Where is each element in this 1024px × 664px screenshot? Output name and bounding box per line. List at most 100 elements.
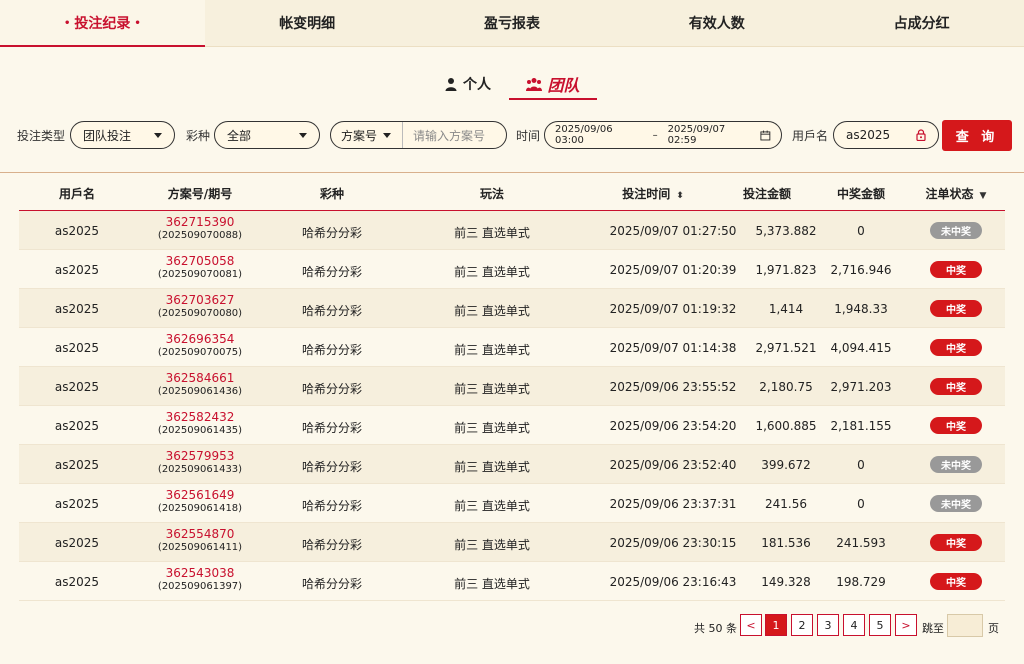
table-row: as2025 362543038 (202509061397) 哈希分分彩 前三 直选单… — [19, 562, 1005, 601]
search-button[interactable]: 查 询 — [942, 120, 1012, 151]
tab-bet-records[interactable]: • 投注纪录 • — [0, 0, 205, 47]
cell-play: 前三 直选单式 — [454, 421, 530, 435]
table-header: 用戶名 方案号/期号 彩种 玩法 投注时间 ⬍ 投注金额 中奖金额 注单状态 ▼ — [19, 173, 1005, 211]
cell-play: 前三 直选单式 — [454, 577, 530, 591]
cell-plan-issue: 362543038 (202509061397) — [158, 567, 242, 593]
cell-bet-time: 2025/09/06 23:54:20 — [609, 419, 737, 433]
plan-number-link[interactable]: 362703627 — [158, 294, 242, 307]
cell-lottery: 哈希分分彩 — [301, 265, 363, 279]
tab-label: 盈亏报表 — [483, 16, 540, 32]
cell-bet-time: 2025/09/06 23:55:52 — [609, 380, 737, 394]
header-username: 用戶名 — [58, 187, 96, 201]
header-win-amount: 中奖金额 — [836, 187, 886, 201]
cell-play: 前三 直选单式 — [454, 460, 530, 474]
header-status[interactable]: 注单状态 ▼ — [926, 185, 987, 202]
issue-number: (202509070075) — [157, 347, 243, 358]
plan-number-link[interactable]: 362582432 — [158, 411, 242, 424]
issue-number: (202509061397) — [157, 581, 243, 592]
cell-win-amount: 0 — [857, 497, 865, 511]
plan-number-link[interactable]: 362579953 — [158, 450, 242, 463]
status-badge: 中奖 — [930, 378, 982, 395]
filter-icon: ▼ — [979, 191, 987, 201]
status-badge: 未中奖 — [930, 495, 982, 512]
plan-number-link[interactable]: 362696354 — [158, 333, 242, 346]
username-input[interactable]: as2025 — [833, 121, 939, 149]
jump-page-input[interactable] — [947, 614, 983, 637]
lottery-value: 全部 — [227, 128, 252, 143]
cell-play: 前三 直选单式 — [454, 382, 530, 396]
page-button-5[interactable]: 5 — [869, 614, 891, 636]
table-row: as2025 362696354 (202509070075) 哈希分分彩 前三 直选单… — [19, 328, 1005, 367]
scope-switch: 个人 团队 — [0, 70, 1024, 100]
cell-plan-issue: 362715390 (202509070088) — [158, 216, 242, 242]
cell-bet-amount: 5,373.882 — [755, 224, 817, 238]
page-button-4[interactable]: 4 — [843, 614, 865, 636]
header-bet-time[interactable]: 投注时间 ⬍ — [622, 185, 684, 202]
page-button-3[interactable]: 3 — [817, 614, 839, 636]
page-button-2[interactable]: 2 — [791, 614, 813, 636]
cell-plan-issue: 362584661 (202509061436) — [158, 372, 242, 398]
page-button-1[interactable]: 1 — [765, 614, 787, 636]
team-icon — [526, 78, 543, 91]
status-badge: 中奖 — [930, 339, 982, 356]
cell-play: 前三 直选单式 — [454, 226, 530, 240]
tab-account-changes[interactable]: 帐变明细 — [205, 0, 410, 46]
cell-lottery: 哈希分分彩 — [301, 343, 363, 357]
switch-team[interactable]: 团队 — [509, 70, 597, 100]
tab-dividend[interactable]: 占成分红 — [819, 0, 1024, 46]
lottery-select[interactable]: 全部 — [214, 121, 320, 149]
plan-number-link[interactable]: 362554870 — [158, 528, 242, 541]
plan-search-group: 方案号 请输入方案号 — [330, 121, 507, 149]
bet-type-label: 投注类型 — [17, 129, 66, 143]
header-plan-issue: 方案号/期号 — [167, 187, 233, 201]
plan-number-link[interactable]: 362705058 — [158, 255, 242, 268]
plan-number-input[interactable]: 请输入方案号 — [403, 127, 495, 144]
cell-play: 前三 直选单式 — [454, 304, 530, 318]
plan-number-link[interactable]: 362715390 — [158, 216, 242, 229]
date-separator: – — [652, 129, 658, 141]
total-count: 共 50 条 — [694, 622, 737, 635]
cell-bet-amount: 1,971.823 — [755, 263, 817, 277]
tab-label: 有效人数 — [688, 16, 745, 32]
plan-type-select[interactable]: 方案号 — [331, 122, 403, 148]
cell-bet-amount: 181.536 — [761, 536, 811, 550]
cell-username: as2025 — [54, 458, 100, 472]
prev-page-button[interactable]: < — [740, 614, 762, 636]
tab-label: 投注纪录 — [74, 16, 131, 32]
cell-bet-time: 2025/09/06 23:30:15 — [609, 536, 737, 550]
cell-play: 前三 直选单式 — [454, 343, 530, 357]
plan-type-value: 方案号 — [341, 128, 378, 143]
cell-bet-time: 2025/09/07 01:19:32 — [609, 302, 737, 316]
cell-win-amount: 2,971.203 — [830, 380, 892, 394]
bet-type-value: 团队投注 — [83, 128, 132, 143]
date-range-picker[interactable]: 2025/09/06 03:00 – 2025/09/07 02:59 — [544, 121, 782, 149]
date-from: 2025/09/06 03:00 — [555, 124, 613, 146]
header-play: 玩法 — [479, 187, 505, 201]
status-badge: 中奖 — [930, 534, 982, 551]
sort-icon: ⬍ — [676, 191, 684, 201]
plan-number-link[interactable]: 362543038 — [158, 567, 242, 580]
page-suffix: 页 — [988, 622, 999, 635]
tab-label: 帐变明细 — [279, 16, 336, 32]
cell-lottery: 哈希分分彩 — [301, 460, 363, 474]
date-to: 2025/09/07 02:59 — [667, 124, 726, 146]
cell-plan-issue: 362705058 (202509070081) — [158, 255, 242, 281]
cell-bet-amount: 2,971.521 — [755, 341, 817, 355]
cell-username: as2025 — [54, 341, 100, 355]
issue-number: (202509061436) — [157, 386, 243, 397]
plan-number-link[interactable]: 362584661 — [158, 372, 242, 385]
tab-profit-report[interactable]: 盈亏报表 — [410, 0, 615, 46]
cell-bet-amount: 2,180.75 — [759, 380, 813, 394]
next-page-button[interactable]: > — [895, 614, 917, 636]
switch-person[interactable]: 个人 — [444, 70, 491, 98]
issue-number: (202509070080) — [157, 308, 243, 319]
tab-dot-left-icon: • — [63, 17, 71, 29]
tab-active-users[interactable]: 有效人数 — [614, 0, 819, 46]
issue-number: (202509061433) — [157, 464, 243, 475]
plan-number-link[interactable]: 362561649 — [158, 489, 242, 502]
cell-play: 前三 直选单式 — [454, 265, 530, 279]
header-bet-amount: 投注金额 — [742, 187, 792, 201]
cell-plan-issue: 362561649 (202509061418) — [158, 489, 242, 515]
issue-number: (202509070088) — [157, 230, 243, 241]
bet-type-select[interactable]: 团队投注 — [70, 121, 175, 149]
